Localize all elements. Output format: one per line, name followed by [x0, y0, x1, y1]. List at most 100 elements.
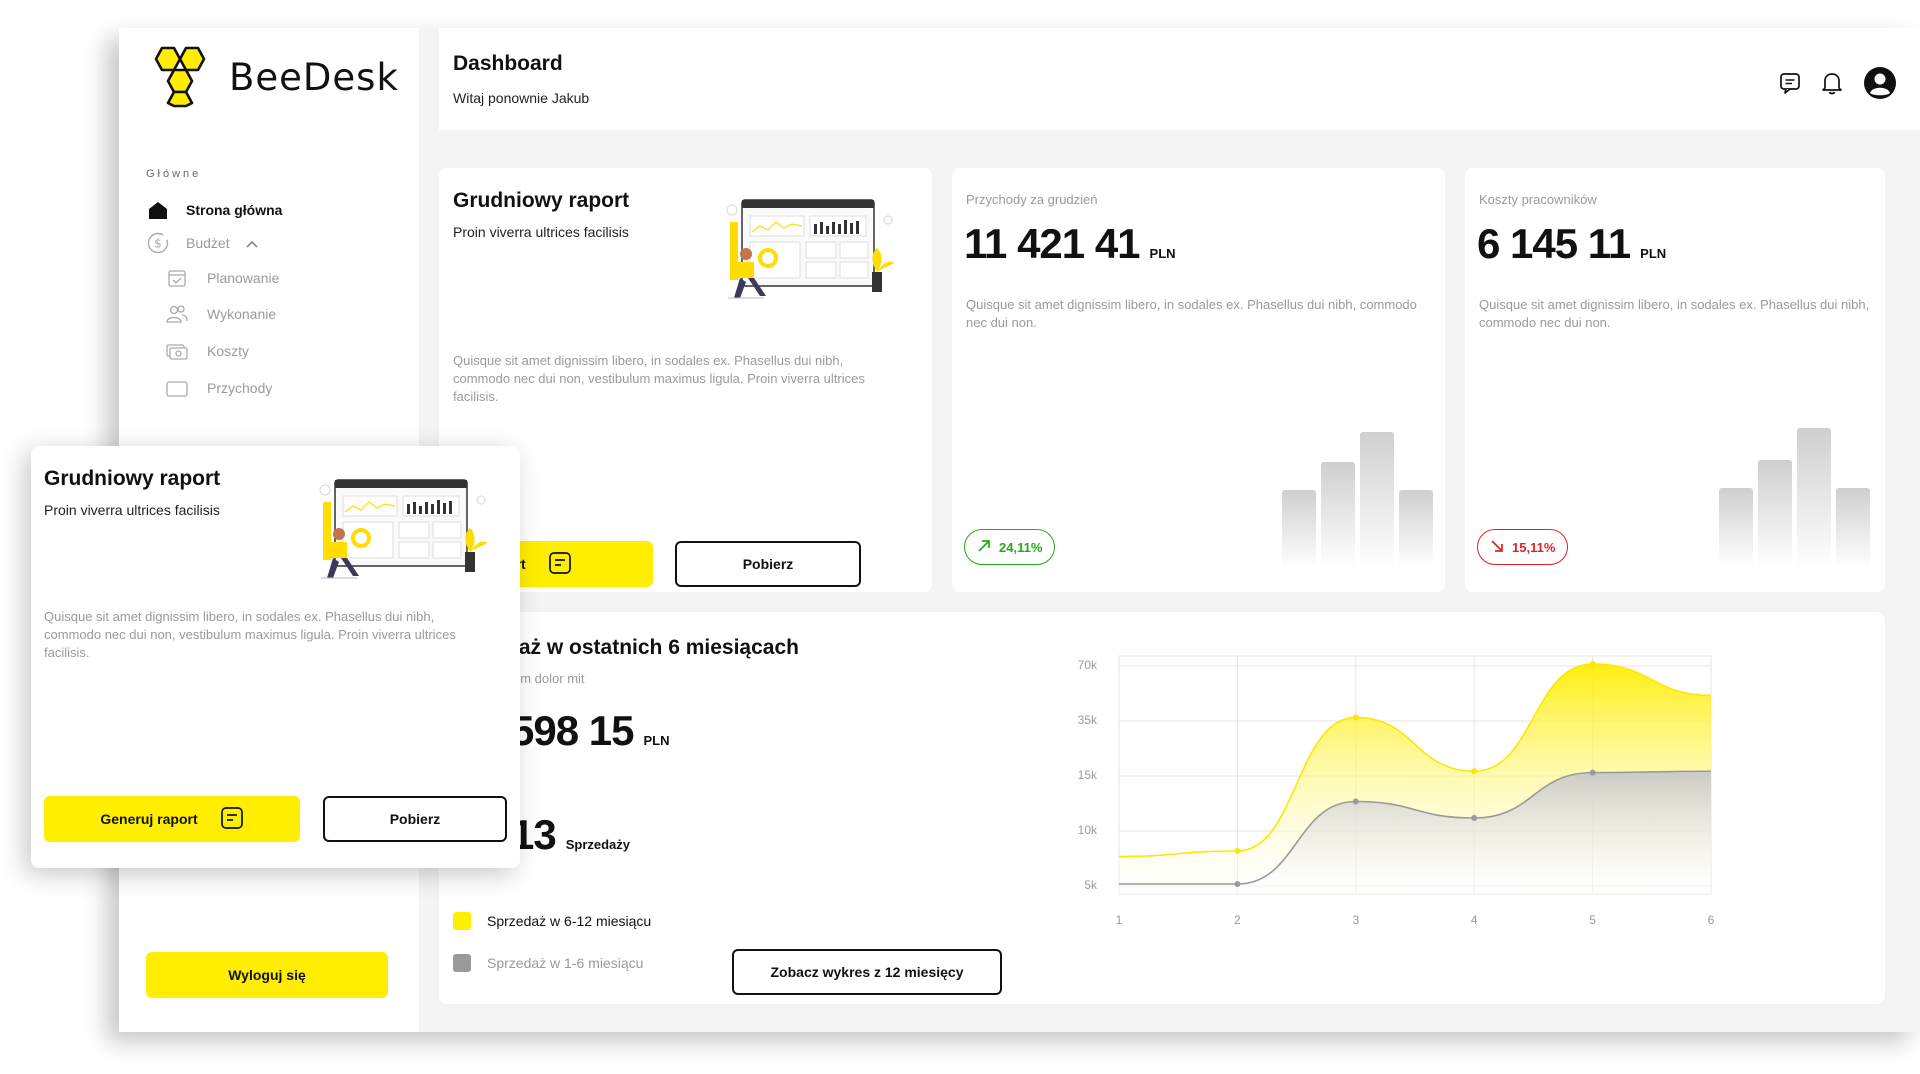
employee-costs-card: Koszty pracowników 6 145 11 PLN Quisque s… — [1465, 168, 1885, 592]
cash-icon — [165, 339, 189, 363]
mini-bar — [1836, 488, 1870, 568]
sidebar-item-income[interactable]: Przychody — [165, 376, 272, 400]
y-tick-label: 35k — [1078, 713, 1098, 727]
stat-description: Quisque sit amet dignissim libero, in so… — [1479, 297, 1870, 330]
x-tick-label: 3 — [1352, 913, 1359, 927]
data-point — [1589, 769, 1596, 776]
card-title: Grudniowy raport — [453, 189, 630, 212]
card-subtitle: Proin viverra ultrices facilisis — [453, 224, 629, 240]
generate-report-button[interactable]: Generuj raport — [44, 796, 300, 842]
stat-unit: Sprzedaży — [565, 837, 631, 852]
sidebar-item-costs[interactable]: Koszty — [165, 339, 249, 363]
report-illustration — [313, 472, 493, 589]
y-tick-label: 70k — [1078, 658, 1098, 672]
mini-bar — [1719, 488, 1753, 568]
data-point — [1471, 768, 1478, 775]
sidebar-section-label: Główne — [146, 168, 202, 180]
card-subtitle: um dolor mit — [513, 671, 585, 686]
mini-bar-chart — [1717, 426, 1877, 573]
stat-value: 6 145 11 PLN — [1477, 220, 1666, 268]
account-icon[interactable] — [1863, 66, 1897, 105]
stat-description: Quisque sit amet dignissim libero, in so… — [966, 297, 1417, 330]
header-actions — [1779, 66, 1897, 105]
svg-text:$: $ — [154, 237, 162, 251]
x-tick-label: 2 — [1234, 913, 1241, 927]
download-button[interactable]: Pobierz — [675, 541, 861, 587]
mini-bar — [1321, 462, 1355, 568]
download-button[interactable]: Pobierz — [323, 796, 507, 842]
data-point — [1234, 881, 1241, 887]
data-point — [1589, 661, 1596, 667]
view-12-month-chart-button[interactable]: Zobacz wykres z 12 miesięcy — [732, 949, 1002, 995]
sales-count: 13 Sprzedaży — [511, 811, 630, 859]
logo[interactable]: BeeDesk — [151, 46, 399, 108]
mini-bar — [1399, 490, 1433, 568]
wallet-icon — [165, 376, 189, 400]
page-subtitle: Witaj ponownie Jakub — [453, 90, 590, 106]
sidebar-item-label: Przychody — [207, 380, 273, 396]
mini-bar-chart — [1280, 428, 1440, 573]
header: Dashboard Witaj ponownie Jakub — [439, 28, 1920, 130]
honeycomb-logo-icon — [154, 46, 206, 108]
y-tick-label: 5k — [1084, 878, 1098, 892]
stat-number: 11 421 41 — [964, 220, 1141, 267]
home-icon — [146, 198, 170, 222]
change-badge: 15,11% — [1477, 529, 1569, 565]
stat-unit: PLN — [643, 733, 670, 748]
stat-number: 6 145 11 — [1477, 220, 1631, 267]
sidebar-item-budget[interactable]: $ Budżet — [146, 231, 258, 255]
x-tick-label: 5 — [1589, 913, 1596, 927]
y-tick-label: 10k — [1078, 823, 1098, 837]
mini-bar — [1282, 490, 1316, 568]
message-icon[interactable] — [1779, 72, 1801, 99]
data-point — [1352, 798, 1359, 805]
sidebar-item-home[interactable]: Strona główna — [146, 198, 282, 222]
y-tick-label: 15k — [1078, 768, 1098, 782]
report-card-overlay: Grudniowy raport Proin viverra ultrices … — [31, 446, 520, 868]
sales-value: 598 15 PLN — [511, 707, 669, 755]
users-icon — [165, 302, 189, 326]
stat-unit: PLN — [1640, 246, 1667, 261]
revenue-card: Przychody za grudzień 11 421 41 PLN Quisq… — [952, 168, 1445, 592]
data-point — [1234, 848, 1241, 854]
card-title: laż w ostatnich 6 miesiącach — [513, 636, 799, 659]
data-point — [1471, 815, 1478, 821]
mini-bar — [1758, 460, 1792, 568]
card-subtitle: Proin viverra ultrices facilisis — [44, 502, 220, 518]
sidebar-item-execution[interactable]: Wykonanie — [165, 302, 276, 326]
logout-button[interactable]: Wyloguj się — [146, 952, 388, 998]
card-description: Quisque sit amet dignissim libero, in so… — [453, 353, 865, 404]
mini-bar — [1360, 432, 1394, 568]
mini-bar — [1797, 428, 1831, 568]
card-description: Quisque sit amet dignissim libero, in so… — [44, 609, 456, 660]
button-label: Generuj raport — [100, 811, 198, 827]
page-title: Dashboard — [453, 52, 563, 75]
legend-swatch — [453, 912, 471, 930]
document-icon — [220, 806, 244, 833]
change-value: 15,11% — [1512, 539, 1556, 555]
x-tick-label: 1 — [1116, 913, 1123, 927]
sales-area-chart: 70k 35k 15k 10k 5k 1 2 3 4 5 6 — [1078, 655, 1715, 927]
sales-card: laż w ostatnich 6 miesiącach um dolor mi… — [439, 612, 1885, 1004]
card-title: Grudniowy raport — [44, 467, 221, 490]
change-value: 24,11% — [999, 539, 1043, 555]
stat-label: Koszty pracowników — [1479, 192, 1597, 207]
stat-label: Przychody za grudzień — [966, 192, 1098, 207]
bell-icon[interactable] — [1821, 71, 1843, 100]
sidebar-item-label: Strona główna — [186, 202, 283, 218]
legend-label: Sprzedaż w 6-12 miesiącu — [487, 913, 652, 929]
x-tick-label: 6 — [1708, 913, 1715, 927]
document-icon — [548, 551, 572, 578]
legend-item: Sprzedaż w 6-12 miesiącu — [453, 912, 651, 930]
dollar-circle-icon: $ — [146, 231, 170, 255]
legend-label: Sprzedaż w 1-6 miesiącu — [487, 955, 644, 971]
x-tick-label: 4 — [1471, 913, 1478, 927]
sidebar-item-planning[interactable]: Planowanie — [165, 266, 279, 290]
legend-item: Sprzedaż w 1-6 miesiącu — [453, 954, 643, 972]
data-point — [1352, 714, 1359, 721]
change-badge: 24,11% — [964, 529, 1056, 565]
app-name: BeeDesk — [229, 55, 399, 99]
chevron-up-icon[interactable] — [246, 235, 258, 251]
sidebar-item-label: Wykonanie — [207, 306, 277, 322]
stat-number: 598 15 — [511, 707, 634, 754]
